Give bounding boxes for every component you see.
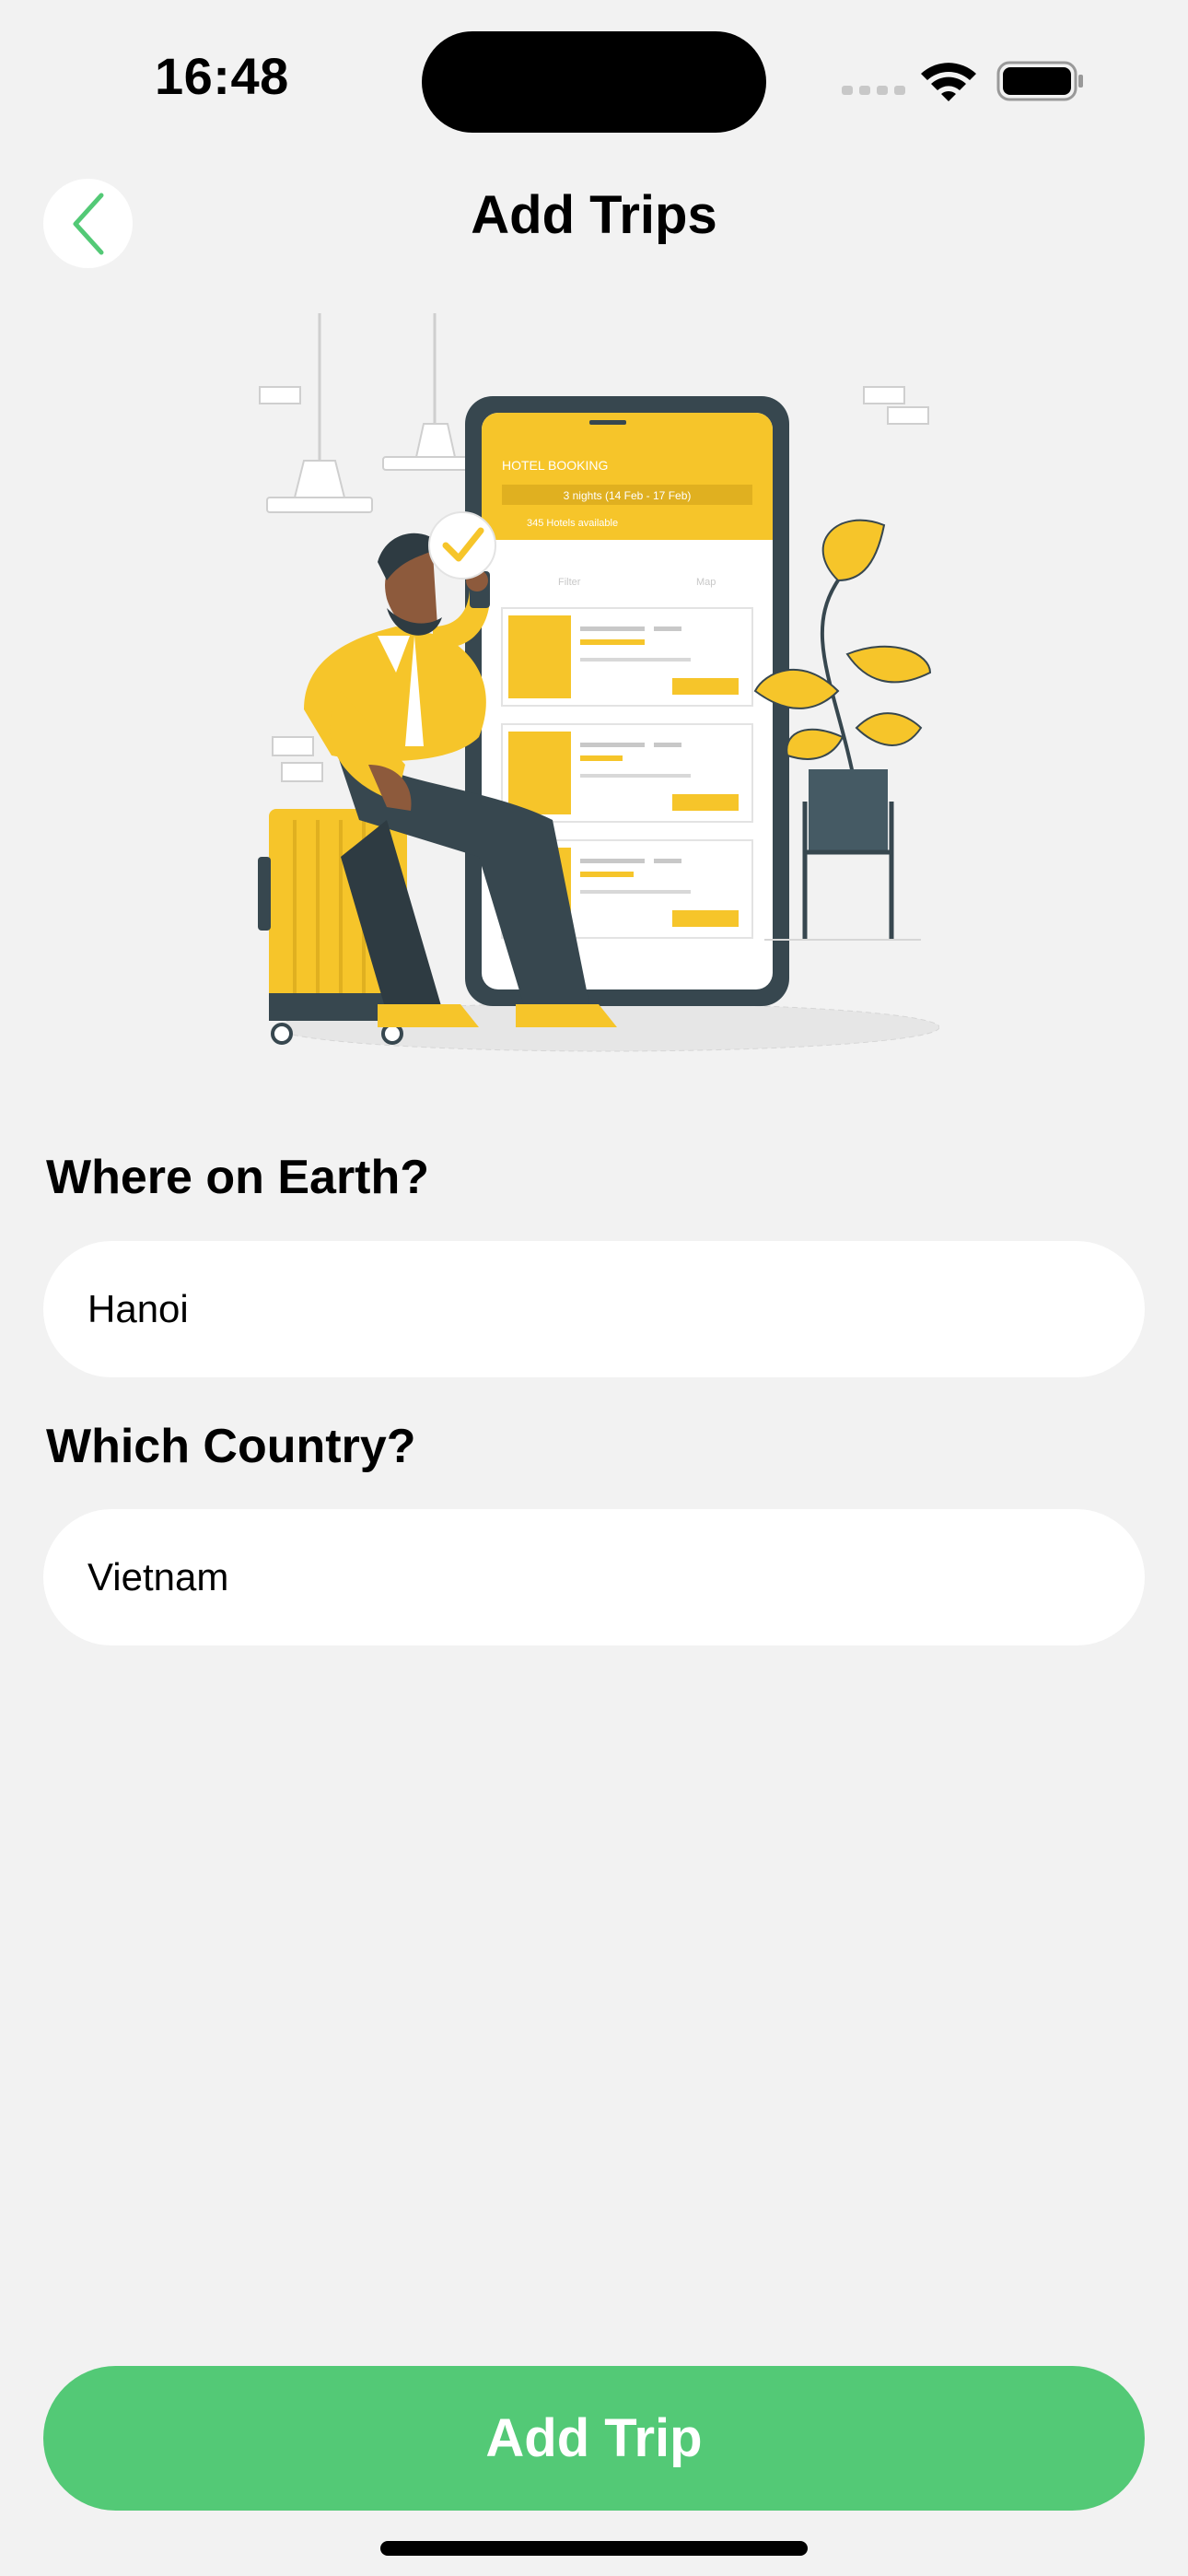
phone-filter-text: Filter (558, 577, 581, 588)
country-input[interactable] (43, 1509, 1145, 1645)
page-title: Add Trips (471, 185, 717, 245)
add-trip-button[interactable]: Add Trip (43, 2366, 1145, 2511)
destination-input[interactable] (43, 1241, 1145, 1377)
status-time: 16:48 (155, 47, 289, 105)
battery-icon (996, 61, 1083, 101)
phone-results-text: 345 Hotels available (527, 518, 618, 529)
phone-header-text: HOTEL BOOKING (502, 458, 608, 473)
hotel-booking-illustration: HOTEL BOOKING 3 nights (14 Feb - 17 Feb)… (258, 313, 939, 1052)
wifi-icon (921, 63, 976, 101)
dynamic-island (422, 31, 766, 133)
country-label: Which Country? (46, 1420, 416, 1473)
phone-dates-text: 3 nights (14 Feb - 17 Feb) (564, 489, 692, 502)
add-trips-screen: 16:48 Add Trips HOTEL BOOKING 3 nights (… (0, 0, 1188, 2576)
phone-map-text: Map (696, 577, 716, 588)
signal-icon (842, 86, 905, 95)
home-indicator (380, 2541, 808, 2556)
destination-label: Where on Earth? (46, 1151, 430, 1204)
